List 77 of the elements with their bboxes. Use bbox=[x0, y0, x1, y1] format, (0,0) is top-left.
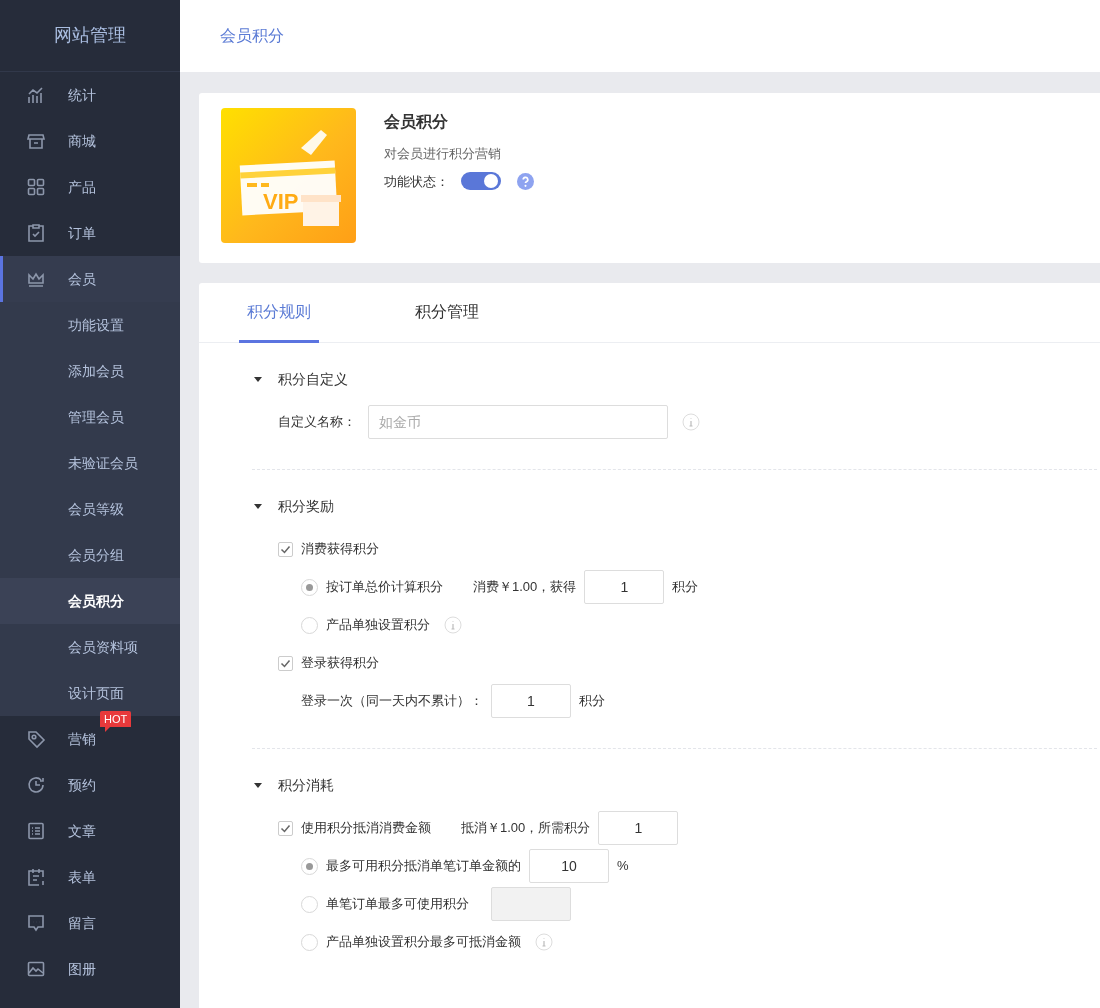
tab[interactable]: 积分管理 bbox=[407, 283, 487, 343]
list-icon bbox=[26, 821, 46, 841]
rule-text: 消费￥1.00，获得 bbox=[473, 578, 577, 597]
chart-icon bbox=[26, 85, 46, 105]
checkmark-icon bbox=[280, 543, 291, 555]
checkbox[interactable] bbox=[278, 655, 293, 671]
section-title: 积分自定义 bbox=[278, 369, 348, 389]
sidebar-item[interactable]: 会员 bbox=[0, 256, 180, 302]
sidebar-item[interactable]: 表单 bbox=[0, 854, 180, 900]
status-label: 功能状态： bbox=[384, 172, 449, 191]
checkmark-icon bbox=[280, 657, 291, 669]
sidebar-subitem[interactable]: 未验证会员 bbox=[0, 440, 180, 486]
sidebar-item[interactable]: 产品 bbox=[0, 164, 180, 210]
info-icon[interactable] bbox=[682, 413, 700, 431]
checkbox-label: 使用积分抵消消费金额 bbox=[301, 819, 431, 838]
status-toggle[interactable] bbox=[461, 172, 501, 191]
sidebar-item[interactable]: 预约 bbox=[0, 762, 180, 808]
unit-label: % bbox=[617, 857, 629, 876]
radio-label: 单笔订单最多可使用积分 bbox=[326, 895, 469, 914]
number-input[interactable]: 1 bbox=[584, 570, 665, 604]
radio-label: 最多可用积分抵消单笔订单金额的 bbox=[326, 857, 521, 876]
chat-icon bbox=[26, 913, 46, 933]
radio-button[interactable] bbox=[301, 933, 318, 951]
sidebar-subitem[interactable]: 会员积分 bbox=[0, 578, 180, 624]
image-icon bbox=[26, 959, 46, 979]
section-title: 积分奖励 bbox=[278, 496, 334, 516]
grid-icon bbox=[26, 177, 46, 197]
feature-title: 会员积分 bbox=[384, 112, 449, 132]
sidebar-item[interactable]: 统计 bbox=[0, 72, 180, 118]
checkbox[interactable] bbox=[278, 541, 293, 557]
radio-button[interactable] bbox=[301, 616, 318, 634]
sidebar-item[interactable]: 商城 bbox=[0, 118, 180, 164]
sidebar-subitem[interactable]: 会员资料项 bbox=[0, 624, 180, 670]
sidebar-subitem[interactable]: 管理会员 bbox=[0, 394, 180, 440]
number-input[interactable]: 1 bbox=[491, 684, 571, 718]
radio-button[interactable] bbox=[301, 578, 318, 596]
unit-label: 积分 bbox=[579, 692, 605, 711]
clipboard-icon bbox=[26, 223, 46, 243]
checkbox-label: 登录获得积分 bbox=[301, 654, 379, 673]
radio-label: 产品单独设置积分 bbox=[326, 616, 430, 635]
section-title: 积分消耗 bbox=[278, 775, 334, 795]
field-label: 自定义名称： bbox=[278, 413, 356, 432]
tab[interactable]: 积分规则 bbox=[239, 283, 319, 343]
sidebar-item[interactable]: 营销 bbox=[0, 716, 98, 762]
radio-button[interactable] bbox=[301, 895, 318, 913]
store-icon bbox=[26, 131, 46, 151]
clock-icon bbox=[26, 775, 46, 795]
help-icon[interactable] bbox=[517, 172, 534, 190]
rule-text: 抵消￥1.00，所需积分 bbox=[461, 819, 591, 838]
unit-label: 积分 bbox=[672, 578, 699, 597]
number-input[interactable]: 1 bbox=[598, 811, 679, 845]
sidebar-subitem[interactable]: 会员等级 bbox=[0, 486, 180, 532]
sidebar-item[interactable]: 图册 bbox=[0, 946, 180, 992]
site-title: 网站管理 bbox=[54, 24, 126, 47]
sidebar-subitem[interactable]: 功能设置 bbox=[0, 302, 180, 348]
radio-label: 按订单总价计算积分 bbox=[326, 578, 443, 597]
number-input[interactable]: 10 bbox=[529, 849, 609, 883]
sidebar-item[interactable]: 文章 bbox=[0, 808, 180, 854]
sidebar-item[interactable]: 订单 bbox=[0, 210, 180, 256]
checkmark-icon bbox=[280, 822, 291, 834]
checkbox-label: 消费获得积分 bbox=[301, 540, 379, 559]
radio-button[interactable] bbox=[301, 857, 318, 875]
page-title: 会员积分 bbox=[220, 26, 284, 46]
calendar-icon bbox=[26, 867, 46, 887]
sidebar-subitem[interactable]: 添加会员 bbox=[0, 348, 180, 394]
info-icon[interactable] bbox=[444, 616, 462, 634]
rule-text: 登录一次（同一天内不累计）： bbox=[301, 692, 483, 711]
hot-badge: HOT bbox=[100, 711, 132, 732]
radio-label: 产品单独设置积分最多可抵消金额 bbox=[326, 933, 521, 952]
vip-text: VIP bbox=[263, 189, 299, 214]
sidebar-item[interactable]: 留言 bbox=[0, 900, 180, 946]
checkbox[interactable] bbox=[278, 820, 293, 836]
name-input[interactable]: 如金币 bbox=[368, 405, 668, 439]
sidebar-subitem[interactable]: 会员分组 bbox=[0, 532, 180, 578]
tag-icon bbox=[26, 729, 46, 749]
info-icon[interactable] bbox=[535, 933, 553, 951]
feature-description: 对会员进行积分营销 bbox=[384, 145, 502, 163]
